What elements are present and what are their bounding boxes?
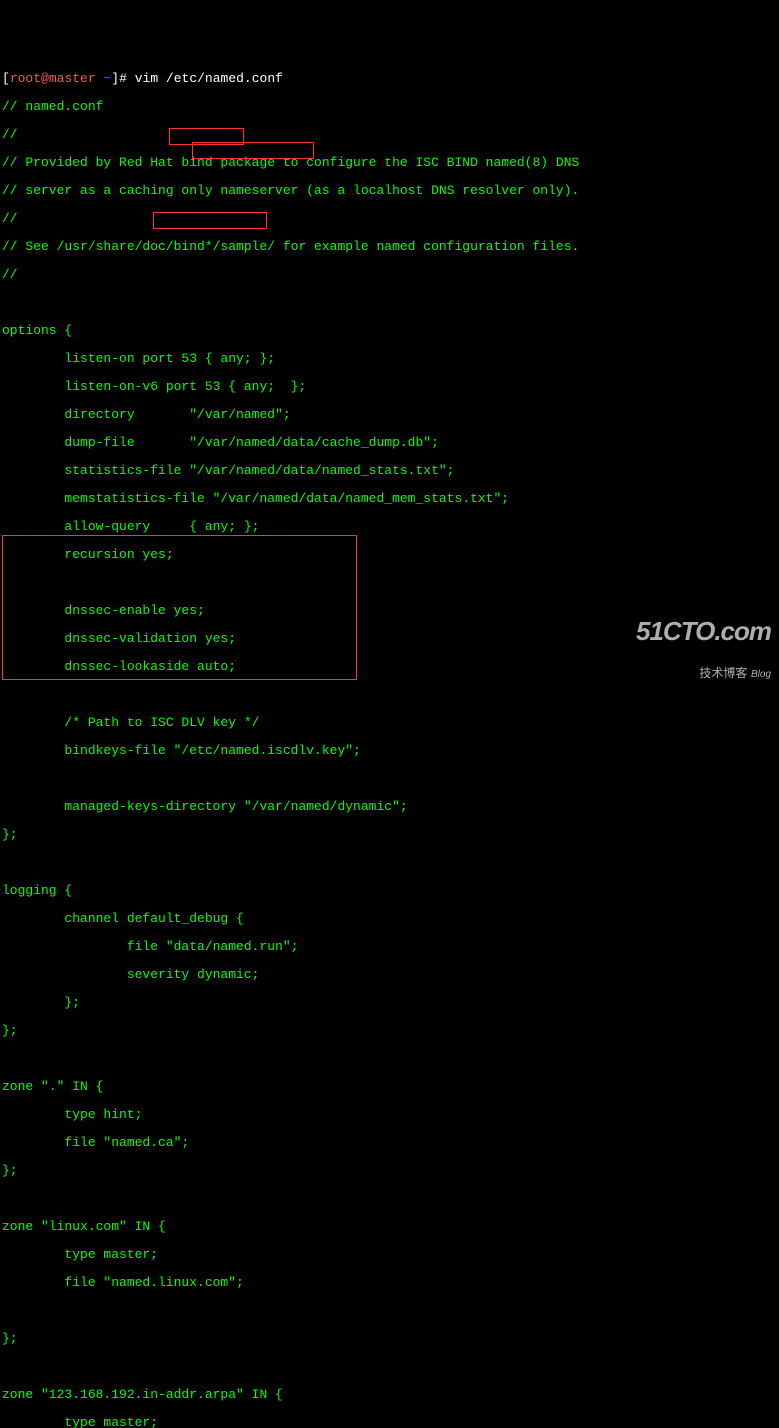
logging-channel-close: }; <box>2 996 777 1010</box>
options-open: options { <box>2 324 777 338</box>
options-directory: directory "/var/named"; <box>2 408 777 422</box>
zone-rev-type: type master; <box>2 1416 777 1428</box>
prompt-command: vim /etc/named.conf <box>135 71 283 86</box>
options-recursion: recursion yes; <box>2 548 777 562</box>
logging-severity: severity dynamic; <box>2 968 777 982</box>
logging-file: file "data/named.run"; <box>2 940 777 954</box>
comment-line: // <box>2 268 777 282</box>
options-dumpfile: dump-file "/var/named/data/cache_dump.db… <box>2 436 777 450</box>
comment-line: // Provided by Red Hat bind package to c… <box>2 156 777 170</box>
options-memstats: memstatistics-file "/var/named/data/name… <box>2 492 777 506</box>
comment-line: // <box>2 128 777 142</box>
options-listen: listen-on port 53 { any; }; <box>2 352 777 366</box>
options-allowquery: allow-query { any; }; <box>2 520 777 534</box>
logging-open: logging { <box>2 884 777 898</box>
options-close: }; <box>2 828 777 842</box>
zone-linux-open: zone "linux.com" IN { <box>2 1220 777 1234</box>
logging-close: }; <box>2 1024 777 1038</box>
zone-root-close: }; <box>2 1164 777 1178</box>
zone-linux-close: }; <box>2 1332 777 1346</box>
comment-line: // server as a caching only nameserver (… <box>2 184 777 198</box>
prompt-symbol: # <box>119 71 127 86</box>
zone-root-open: zone "." IN { <box>2 1080 777 1094</box>
terminal-editor[interactable]: [root@master ~]# vim /etc/named.conf // … <box>0 56 779 1428</box>
options-path-comment: /* Path to ISC DLV key */ <box>2 716 777 730</box>
options-dnssec-enable: dnssec-enable yes; <box>2 604 777 618</box>
listen-value: { any; }; <box>205 351 275 366</box>
zone-rev-open: zone "123.168.192.in-addr.arpa" IN { <box>2 1388 777 1402</box>
options-bindkeys: bindkeys-file "/etc/named.iscdlv.key"; <box>2 744 777 758</box>
comment-line: // named.conf <box>2 100 777 114</box>
listen6-value: { any; }; <box>228 379 306 394</box>
prompt-user: root <box>10 71 41 86</box>
options-stats: statistics-file "/var/named/data/named_s… <box>2 464 777 478</box>
logging-channel: channel default_debug { <box>2 912 777 926</box>
comment-line: // See /usr/share/doc/bind*/sample/ for … <box>2 240 777 254</box>
zone-root-type: type hint; <box>2 1108 777 1122</box>
allowquery-value: { any; }; <box>189 519 259 534</box>
options-listen6: listen-on-v6 port 53 { any; }; <box>2 380 777 394</box>
prompt-line: [root@master ~]# vim /etc/named.conf <box>2 72 777 86</box>
zone-linux-type: type master; <box>2 1248 777 1262</box>
zone-root-file: file "named.ca"; <box>2 1136 777 1150</box>
options-dnssec-validation: dnssec-validation yes; <box>2 632 777 646</box>
comment-line: // <box>2 212 777 226</box>
prompt-host: master <box>49 71 96 86</box>
zone-linux-file: file "named.linux.com"; <box>2 1276 777 1290</box>
options-dnssec-lookaside: dnssec-lookaside auto; <box>2 660 777 674</box>
options-managedkeys: managed-keys-directory "/var/named/dynam… <box>2 800 777 814</box>
